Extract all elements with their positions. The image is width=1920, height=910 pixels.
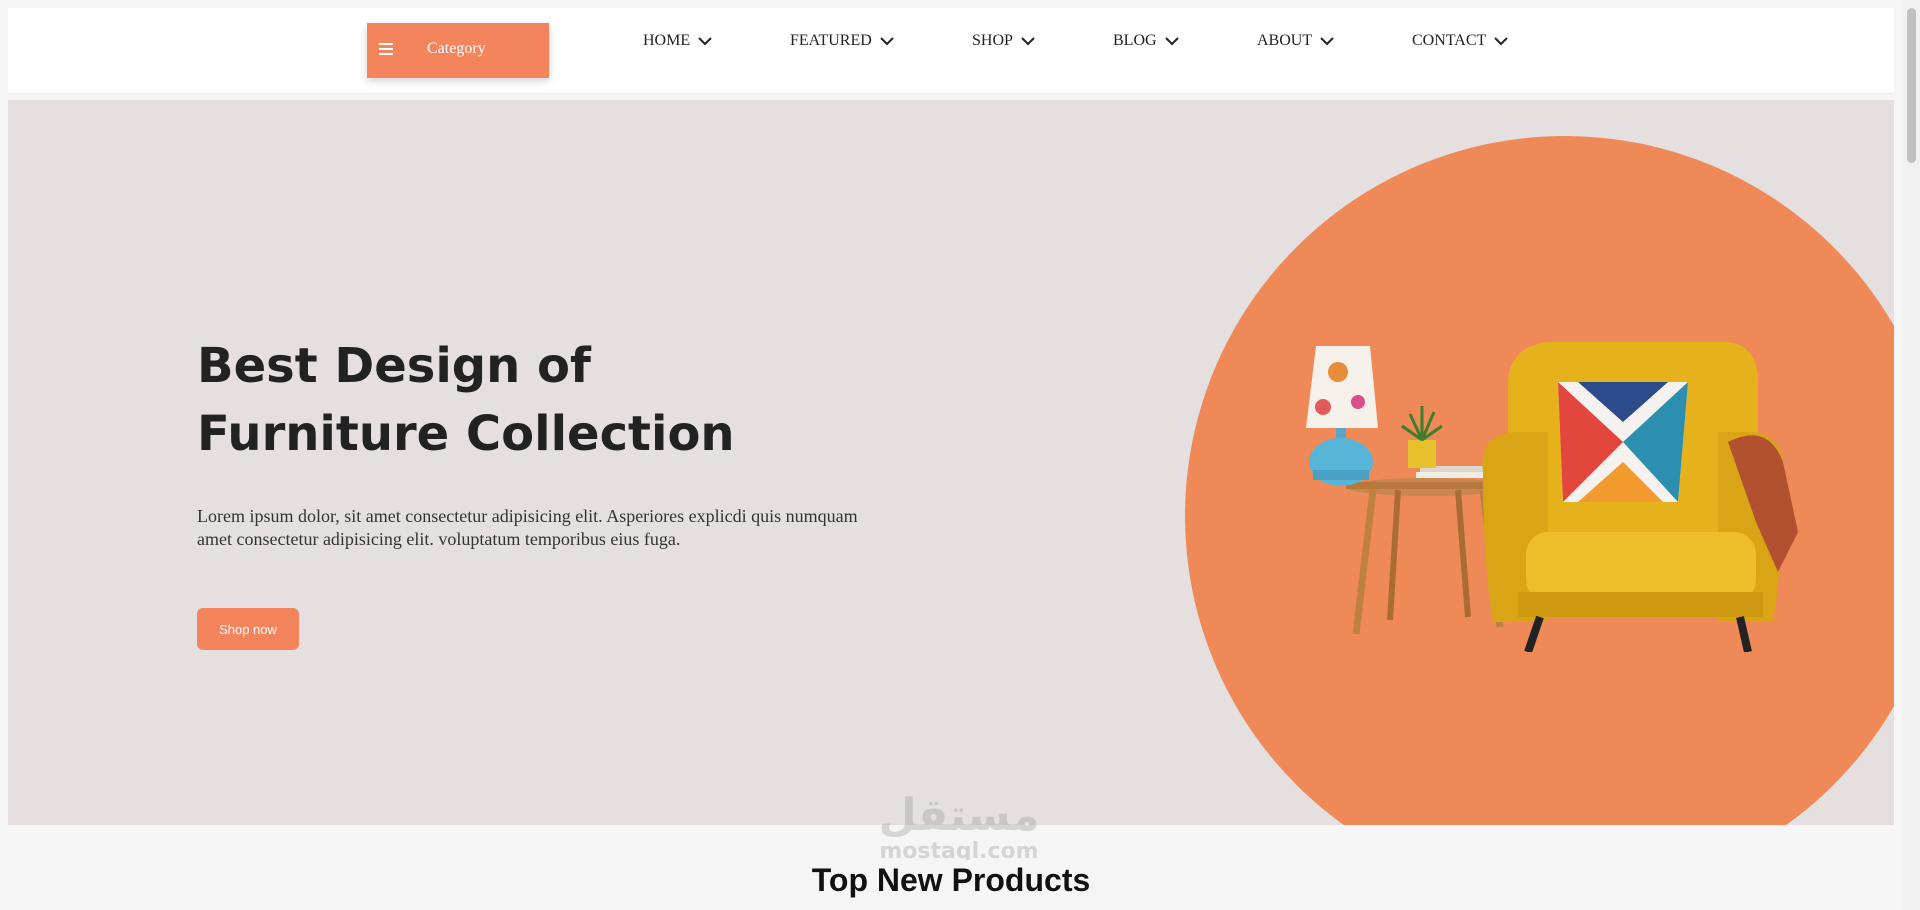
hero-title-line1: Best Design of — [197, 338, 591, 394]
nav-label: FEATURED — [790, 32, 872, 49]
site-header: Category HOME FEATURED SHOP BLOG ABOUT C… — [8, 8, 1894, 94]
shop-now-button[interactable]: Shop now — [197, 608, 299, 650]
lamp-illustration — [1306, 346, 1378, 486]
page-scrollbar[interactable] — [1903, 0, 1920, 910]
main-nav: HOME FEATURED SHOP BLOG ABOUT CONTACT — [8, 8, 1894, 93]
plant-illustration — [1401, 406, 1443, 468]
nav-item-blog[interactable]: BLOG — [1113, 32, 1179, 50]
chevron-down-icon — [1164, 36, 1179, 45]
products-section-title: Top New Products — [811, 862, 1091, 898]
nav-item-contact[interactable]: CONTACT — [1412, 32, 1508, 50]
nav-label: ABOUT — [1257, 32, 1313, 49]
hero-title: Best Design of Furniture Collection — [197, 332, 797, 468]
svg-text:mostaql.com: mostaql.com — [879, 839, 1038, 860]
hero-section: Best Design of Furniture Collection Lore… — [8, 100, 1894, 825]
chevron-down-icon — [1494, 36, 1508, 45]
nav-label: CONTACT — [1412, 32, 1487, 49]
nav-item-home[interactable]: HOME — [643, 32, 712, 50]
chevron-down-icon — [1021, 36, 1035, 45]
scrollbar-thumb[interactable] — [1907, 8, 1916, 163]
armchair-illustration — [1482, 342, 1798, 652]
hero-title-line2: Furniture Collection — [197, 406, 735, 462]
hero-description-line2: amet consectetur adipisicing elit. volup… — [197, 529, 681, 549]
chevron-down-icon — [1320, 36, 1334, 45]
chevron-down-icon — [880, 36, 894, 45]
nav-item-featured[interactable]: FEATURED — [790, 32, 894, 50]
hero-description: Lorem ipsum dolor, sit amet consectetur … — [197, 505, 957, 551]
furniture-image — [1306, 342, 1798, 652]
chevron-down-icon — [698, 36, 712, 45]
nav-label: HOME — [643, 32, 691, 49]
nav-item-about[interactable]: ABOUT — [1257, 32, 1334, 50]
nav-label: SHOP — [972, 32, 1013, 49]
nav-item-shop[interactable]: SHOP — [972, 32, 1035, 50]
nav-label: BLOG — [1113, 32, 1157, 49]
hero-description-line1: Lorem ipsum dolor, sit amet consectetur … — [197, 506, 858, 526]
